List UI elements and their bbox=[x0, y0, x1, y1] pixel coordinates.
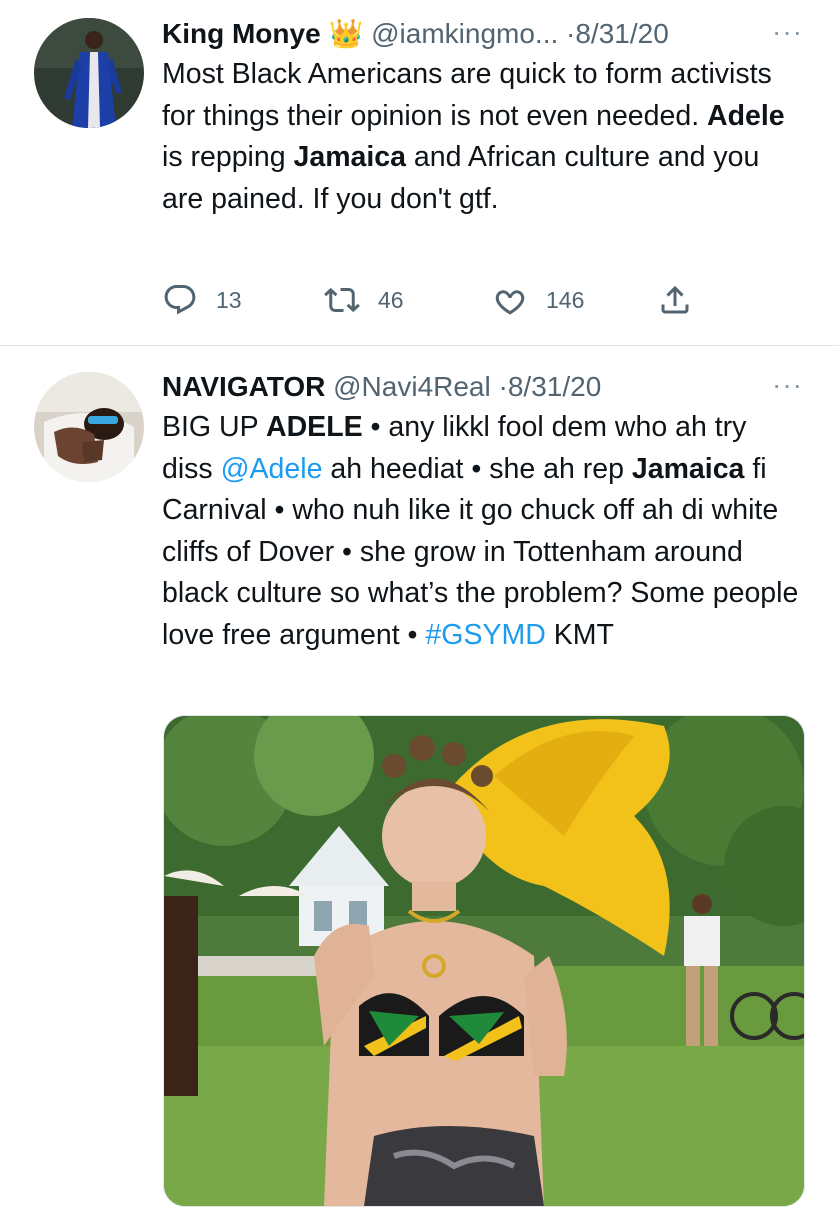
retweet-button[interactable]: 46 bbox=[324, 278, 404, 322]
share-icon bbox=[661, 285, 689, 314]
user-handle[interactable]: @Navi4Real bbox=[333, 371, 491, 402]
more-icon[interactable]: ··· bbox=[772, 367, 803, 403]
tweet-header: NAVIGATOR @Navi4Real ·8/31/20 ··· bbox=[162, 367, 803, 407]
display-name[interactable]: NAVIGATOR bbox=[162, 371, 325, 402]
retweet-icon bbox=[324, 287, 360, 313]
tweet-header: King Monye 👑 @iamkingmo... ·8/31/20 ··· bbox=[162, 14, 803, 54]
tweet-text: BIG UP ADELE • any likkl fool dem who ah… bbox=[162, 411, 799, 651]
tweet-text: Most Black Americans are quick to form a… bbox=[162, 58, 785, 215]
separator: · bbox=[566, 18, 576, 49]
like-button[interactable]: 146 bbox=[492, 278, 584, 322]
tweet-actions: 13 46 146 bbox=[162, 278, 722, 322]
more-icon[interactable]: ··· bbox=[772, 14, 803, 50]
tweet-date[interactable]: 8/31/20 bbox=[508, 371, 601, 402]
separator: · bbox=[498, 371, 508, 402]
reply-button[interactable]: 13 bbox=[162, 278, 242, 322]
tweet-date[interactable]: 8/31/20 bbox=[575, 18, 668, 49]
user-handle[interactable]: @iamkingmo... bbox=[371, 18, 558, 49]
retweet-count: 46 bbox=[378, 286, 404, 313]
reply-count: 13 bbox=[216, 286, 242, 313]
tweet-divider bbox=[0, 345, 839, 346]
share-button[interactable] bbox=[657, 278, 693, 322]
like-count: 146 bbox=[546, 286, 585, 313]
avatar-king-monye[interactable] bbox=[34, 18, 144, 128]
tweet-king-monye[interactable]: King Monye 👑 @iamkingmo... ·8/31/20 ··· … bbox=[0, 0, 839, 346]
like-icon bbox=[495, 290, 525, 315]
display-name[interactable]: King Monye bbox=[162, 18, 321, 49]
crown-emoji: 👑 bbox=[328, 18, 364, 49]
avatar-navigator[interactable] bbox=[34, 372, 144, 482]
tweet-navigator[interactable]: NAVIGATOR @Navi4Real ·8/31/20 ··· BIG UP… bbox=[0, 347, 839, 1207]
mention-link[interactable]: @Adele bbox=[221, 453, 323, 485]
hashtag-link[interactable]: #GSYMD bbox=[425, 619, 545, 651]
reply-icon bbox=[164, 285, 196, 315]
tweet-photo[interactable] bbox=[163, 715, 805, 1207]
